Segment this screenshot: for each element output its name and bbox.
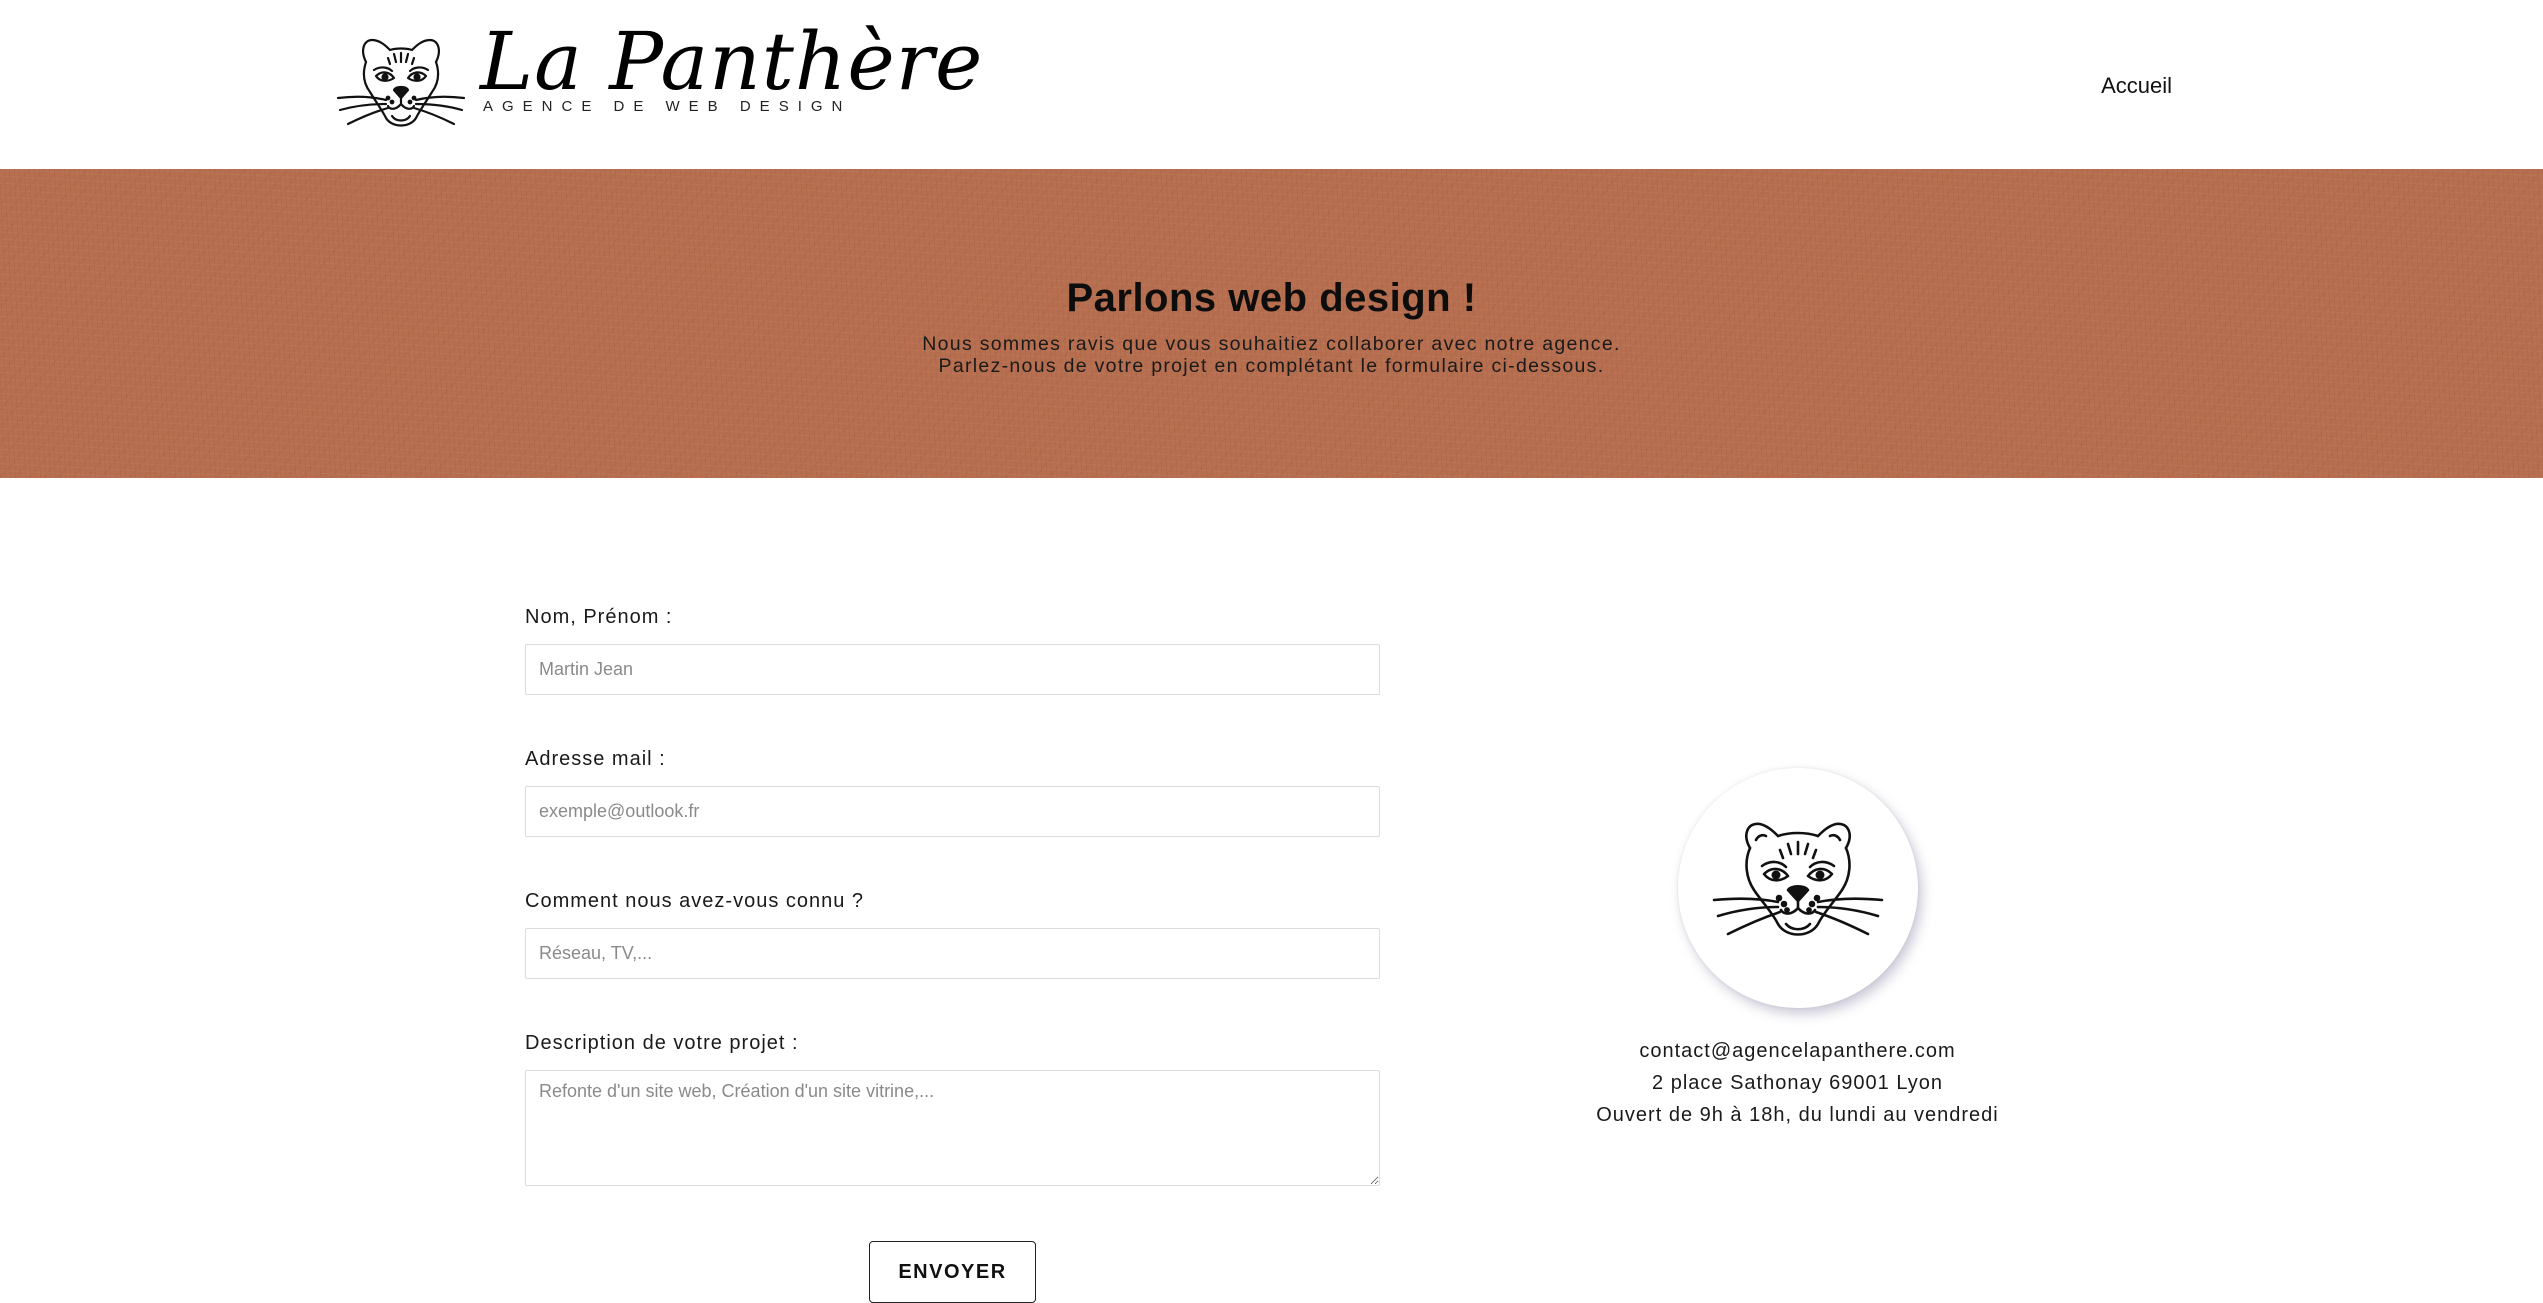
email-label: Adresse mail : <box>525 748 666 770</box>
page-title: Parlons web design ! <box>1066 276 1477 320</box>
logo-link[interactable]: La Panthère AGENCE DE WEB DESIGN <box>336 22 982 142</box>
avatar <box>1678 768 1918 1008</box>
hero-banner: Parlons web design ! Nous sommes ravis q… <box>0 169 2543 478</box>
contact-email[interactable]: contact@agencelapanthere.com <box>1560 1040 2035 1063</box>
hero-intro-line-1: Nous sommes ravis que vous souhaitiez co… <box>922 333 1621 355</box>
description-label: Description de votre projet : <box>525 1032 799 1054</box>
contact-address: 2 place Sathonay 69001 Lyon <box>1652 1072 1943 1094</box>
site-header: La Panthère AGENCE DE WEB DESIGN Accueil <box>0 0 2543 169</box>
source-label: Comment nous avez-vous connu ? <box>525 890 865 912</box>
contact-hours: Ouvert de 9h à 18h, du lundi au vendredi <box>1596 1104 1999 1126</box>
description-textarea[interactable] <box>525 1070 1380 1186</box>
name-label: Nom, Prénom : <box>525 606 673 628</box>
logo-subtitle: AGENCE DE WEB DESIGN <box>483 98 852 115</box>
logo-title: La Panthère <box>480 15 984 108</box>
email-input[interactable] <box>525 786 1380 837</box>
hero-intro-line-2: Parlez-nous de votre projet en complétan… <box>938 355 1605 377</box>
nav-link-home[interactable]: Accueil <box>2101 73 2172 99</box>
source-input[interactable] <box>525 928 1380 979</box>
name-input[interactable] <box>525 644 1380 695</box>
panther-head-icon <box>1712 822 1884 936</box>
panther-logo-icon <box>336 38 466 127</box>
